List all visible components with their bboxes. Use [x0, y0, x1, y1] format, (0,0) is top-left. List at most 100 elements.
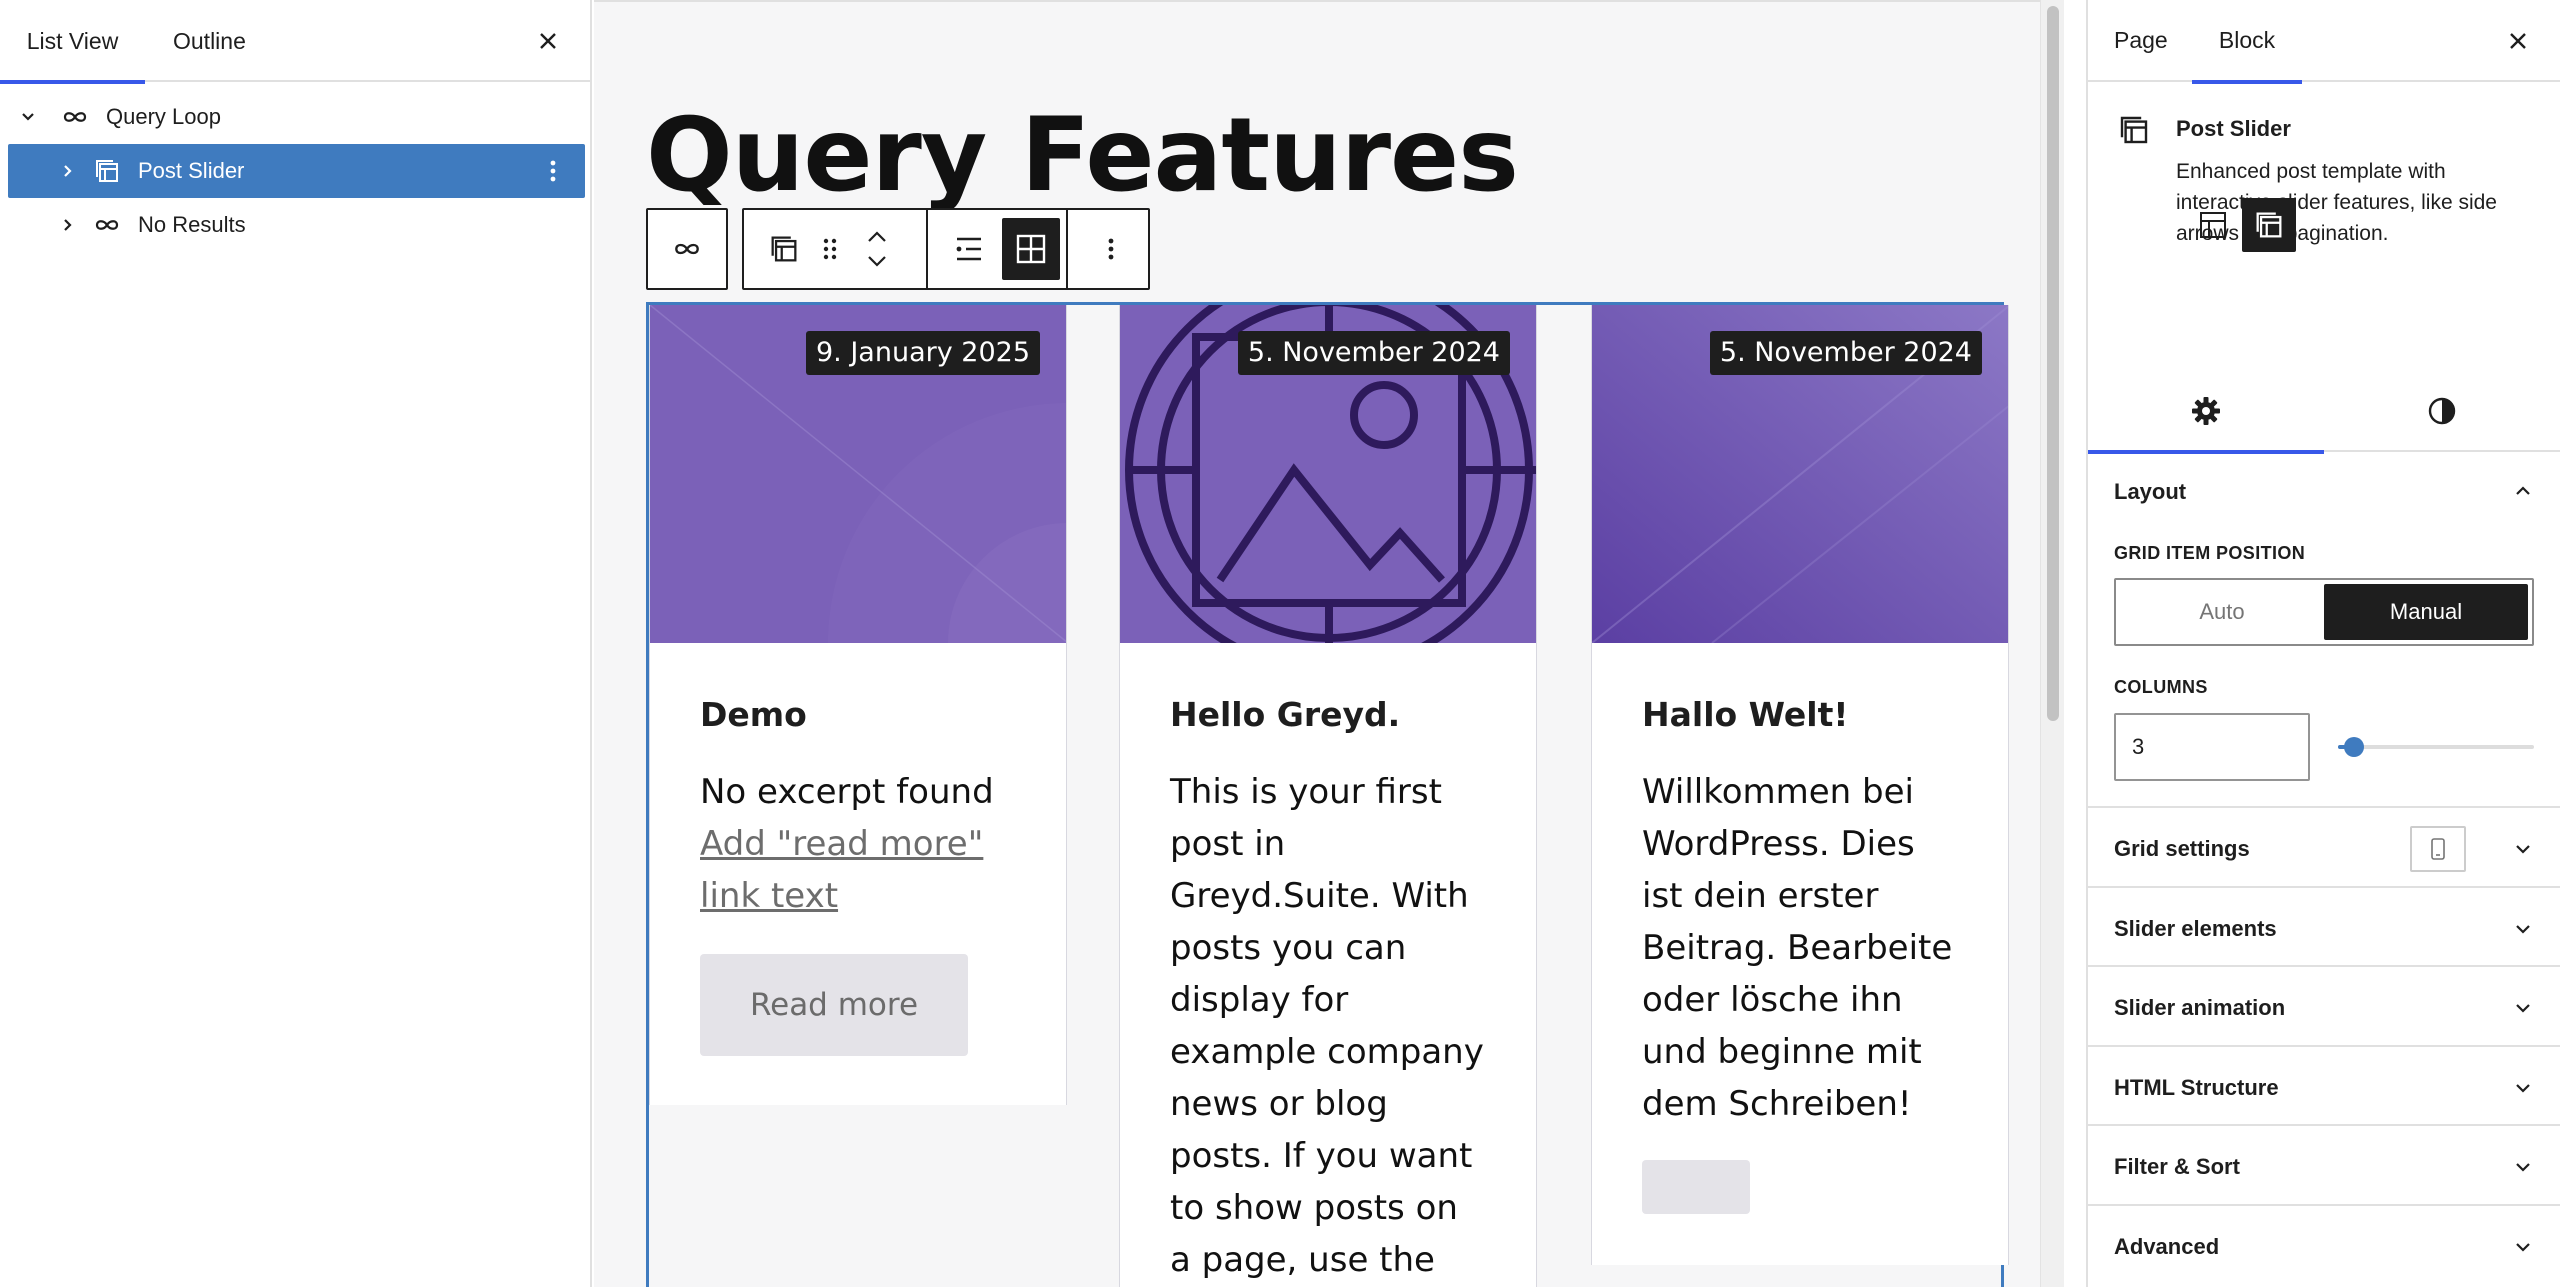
post-date: 5. November 2024 — [1237, 331, 1510, 375]
post-slider-icon — [2252, 208, 2286, 242]
read-more-link-placeholder[interactable]: Add "read more" link text — [700, 818, 1016, 922]
featured-image: 5. November 2024 — [1592, 305, 2008, 643]
list-item-query-loop[interactable]: Query Loop — [8, 90, 585, 144]
block-parent-selector — [646, 208, 728, 290]
position-manual-option[interactable]: Manual — [2324, 584, 2528, 640]
more-options-button[interactable] — [1074, 210, 1148, 288]
drag-handle-button[interactable] — [810, 210, 850, 288]
list-item-label: Query Loop — [106, 104, 221, 129]
page-title[interactable]: Query Features — [646, 105, 1519, 207]
post-title[interactable]: Hello Greyd. — [1170, 695, 1486, 734]
panel-html-structure-title[interactable]: HTML Structure — [2114, 1075, 2279, 1101]
post-slider-icon — [2116, 112, 2152, 148]
tab-list-view[interactable]: List View — [0, 0, 145, 84]
scrollbar-thumb[interactable] — [2047, 6, 2059, 721]
post-slider-icon — [767, 232, 801, 266]
close-icon[interactable] — [534, 27, 562, 55]
styles-contrast-icon — [2426, 395, 2458, 427]
slider-handle[interactable] — [2343, 737, 2364, 757]
chevron-down-icon[interactable] — [2512, 918, 2534, 940]
tab-styles[interactable] — [2324, 370, 2560, 452]
close-icon[interactable] — [2504, 27, 2532, 55]
grid-layout-button[interactable] — [1002, 218, 1060, 280]
tab-outline[interactable]: Outline — [173, 0, 246, 82]
panel-advanced-title[interactable]: Advanced — [2114, 1234, 2219, 1260]
sidebar-tabs: Page Block — [2088, 0, 2560, 84]
post-title[interactable]: Demo — [700, 695, 1016, 734]
chevron-down-icon[interactable] — [2512, 1077, 2534, 1099]
block-type-button[interactable] — [760, 210, 808, 288]
canvas-top-border — [594, 0, 2064, 2]
post-slider[interactable]: 9. January 2025 Demo No excerpt found Ad… — [646, 302, 2009, 1287]
variation-post-template[interactable] — [2186, 198, 2240, 252]
list-item-post-slider[interactable]: Post Slider — [8, 144, 585, 198]
post-card[interactable]: 9. January 2025 Demo No excerpt found Ad… — [649, 305, 1067, 1105]
columns-input[interactable]: 3 — [2114, 713, 2310, 781]
move-down-icon[interactable] — [866, 254, 888, 268]
post-excerpt: This is your first post in Greyd.Suite. … — [1170, 772, 1484, 1280]
grid-item-position-toggle: Auto Manual — [2114, 578, 2534, 646]
tab-settings[interactable] — [2088, 370, 2324, 454]
featured-image-placeholder: 5. November 2024 — [1120, 305, 1536, 643]
chevron-down-icon[interactable] — [2512, 1156, 2534, 1178]
chevron-up-icon[interactable] — [2512, 480, 2534, 502]
grid-item-position-label: GRID ITEM POSITION — [2114, 543, 2306, 563]
more-options-icon — [1106, 234, 1116, 264]
panel-divider — [2088, 1124, 2560, 1126]
position-auto-option[interactable]: Auto — [2120, 584, 2324, 640]
read-more-button[interactable]: Read more — [700, 954, 968, 1056]
tab-block[interactable]: Block — [2192, 0, 2302, 84]
move-up-icon[interactable] — [866, 230, 888, 244]
block-toolbar — [742, 208, 1150, 290]
toolbar-divider — [1066, 210, 1068, 288]
panel-divider — [2088, 886, 2560, 888]
list-item-no-results[interactable]: No Results — [8, 198, 585, 252]
toolbar-divider — [926, 210, 928, 288]
list-item-label: No Results — [138, 212, 246, 237]
block-name: Post Slider — [2176, 116, 2291, 141]
panel-slider-animation-title[interactable]: Slider animation — [2114, 995, 2285, 1021]
tab-page[interactable]: Page — [2114, 0, 2168, 82]
chevron-down-icon[interactable] — [18, 107, 38, 127]
inspector-tabs — [2088, 370, 2560, 454]
panel-grid-settings-title[interactable]: Grid settings — [2114, 836, 2250, 862]
post-excerpt: Willkommen bei WordPress. Dies ist dein … — [1642, 772, 1953, 1124]
list-view-panel: List View Outline Query Loop Post Slider — [0, 0, 592, 1287]
more-options-icon[interactable] — [539, 157, 567, 185]
chevron-down-icon[interactable] — [2512, 997, 2534, 1019]
list-item-label: Post Slider — [138, 158, 245, 183]
read-more-button[interactable] — [1642, 1160, 1750, 1214]
editor-canvas: Query Features 9. January 2025 Demo No e… — [594, 0, 2064, 1287]
grid-layout-icon — [1014, 232, 1048, 266]
variation-post-slider[interactable] — [2242, 198, 2296, 252]
loop-icon — [60, 102, 90, 132]
chevron-down-icon[interactable] — [2512, 838, 2534, 860]
post-card[interactable]: 5. November 2024 Hello Greyd. This is yo… — [1119, 305, 1537, 1287]
columns-label: COLUMNS — [2114, 677, 2208, 697]
slider-track — [2338, 745, 2534, 749]
panel-divider — [2088, 806, 2560, 808]
chevron-right-icon[interactable] — [58, 161, 78, 181]
panel-layout-title[interactable]: Layout — [2114, 479, 2186, 505]
columns-slider[interactable] — [2338, 737, 2534, 757]
list-view-tabs: List View Outline — [0, 0, 590, 84]
post-slider-icon — [92, 156, 122, 186]
post-title[interactable]: Hallo Welt! — [1642, 695, 1958, 734]
post-card[interactable]: 5. November 2024 Hallo Welt! Willkommen … — [1591, 305, 2009, 1265]
loop-icon — [92, 210, 122, 240]
list-layout-icon — [953, 233, 985, 265]
device-toggle-button[interactable] — [2410, 826, 2466, 872]
chevron-right-icon[interactable] — [58, 215, 78, 235]
panel-divider — [2088, 1045, 2560, 1047]
list-layout-button[interactable] — [940, 210, 998, 288]
drag-handle-icon — [820, 234, 840, 264]
featured-image: 9. January 2025 — [650, 305, 1066, 643]
chevron-down-icon[interactable] — [2512, 1236, 2534, 1258]
canvas-scrollbar[interactable] — [2040, 0, 2064, 1287]
select-parent-button[interactable] — [648, 210, 726, 288]
panel-divider — [2088, 1204, 2560, 1206]
panel-slider-elements-title[interactable]: Slider elements — [2114, 916, 2277, 942]
settings-sidebar: Page Block Post Slider Enhanced post tem… — [2086, 0, 2560, 1287]
panel-filter-sort-title[interactable]: Filter & Sort — [2114, 1154, 2240, 1180]
post-date: 9. January 2025 — [806, 331, 1040, 375]
